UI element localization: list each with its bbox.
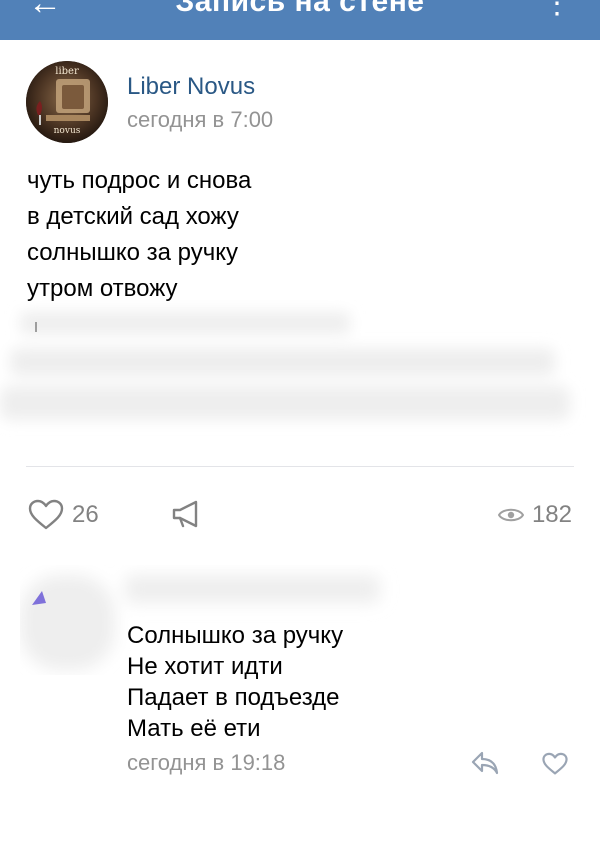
divider (26, 466, 574, 467)
comment-text: Солнышко за ручку Не хотит идти Падает в… (127, 620, 343, 744)
comment-line: Мать её ети (127, 715, 261, 742)
avatar[interactable]: liber novus (26, 61, 108, 143)
like-button[interactable]: 26 (28, 495, 99, 535)
post-timestamp[interactable]: сегодня в 7:00 (127, 107, 273, 133)
post-line: солнышко за ручку (27, 239, 239, 266)
more-vertical-icon[interactable]: ⋮ (542, 0, 572, 21)
svg-text:liber: liber (55, 66, 79, 77)
comment-line: Солнышко за ручку (127, 622, 344, 649)
comment-timestamp: сегодня в 19:18 (127, 750, 286, 775)
svg-text:novus: novus (54, 126, 81, 136)
reply-button[interactable] (470, 750, 500, 781)
author-name[interactable]: Liber Novus (127, 73, 255, 101)
megaphone-icon (172, 500, 198, 528)
share-button[interactable] (170, 497, 204, 536)
heart-icon (28, 499, 64, 530)
comment-line: Падает в подъезде (127, 684, 340, 711)
avatar-image: liber novus (26, 61, 108, 143)
views-count: 182 (531, 501, 572, 528)
eye-icon (497, 508, 524, 522)
post-line: чуть подрос и снова (27, 167, 252, 194)
post-actions: 26 182 (0, 495, 600, 535)
reply-arrow-icon (471, 751, 499, 775)
page-title: Запись на стене (175, 0, 425, 18)
post-text: чуть подрос и снова в детский сад хожу с… (27, 163, 567, 307)
views-counter: 182 (497, 495, 572, 535)
post-line: в детский сад хожу (27, 203, 239, 230)
redacted-area (0, 312, 570, 420)
top-bar: ← Запись на стене ⋮ (0, 0, 600, 40)
comment-like-button[interactable] (542, 752, 568, 781)
like-count: 26 (72, 501, 99, 528)
comment-line: Не хотит идти (127, 653, 283, 680)
heart-icon (542, 752, 568, 775)
